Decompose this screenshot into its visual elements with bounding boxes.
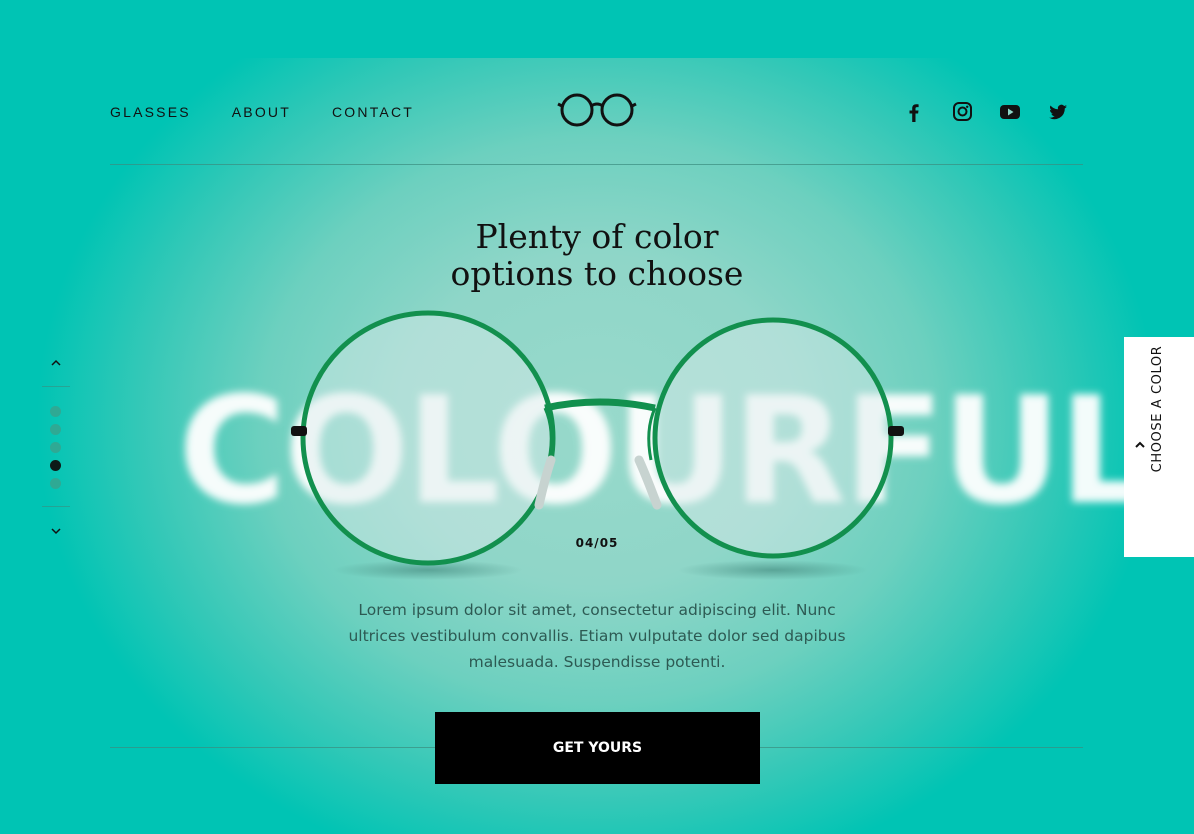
choose-color-label: CHOOSE A COLOR <box>1150 345 1165 473</box>
hero-heading-line1: Plenty of color <box>475 217 719 256</box>
youtube-icon[interactable] <box>998 101 1022 123</box>
chevron-left-icon[interactable] <box>1133 438 1147 452</box>
facebook-icon[interactable] <box>902 101 926 123</box>
instagram-icon[interactable] <box>950 101 974 123</box>
get-yours-button[interactable]: GET YOURS <box>435 712 760 784</box>
pager-dot-1[interactable] <box>50 406 61 417</box>
slide-counter: 04/05 <box>575 536 619 550</box>
glasses-logo-icon[interactable] <box>557 92 637 128</box>
social-links <box>902 101 1070 123</box>
nav-contact[interactable]: CONTACT <box>332 104 414 120</box>
hero-heading: Plenty of color options to choose <box>397 218 797 292</box>
pager-divider-top <box>42 386 70 387</box>
twitter-icon[interactable] <box>1046 101 1070 123</box>
chevron-up-icon[interactable] <box>48 356 64 370</box>
header-divider <box>110 164 1083 165</box>
pager-dot-2[interactable] <box>50 424 61 435</box>
main-nav: GLASSES ABOUT CONTACT <box>110 104 414 120</box>
hero-heading-line2: options to choose <box>450 254 744 293</box>
pager-dot-4[interactable] <box>50 460 61 471</box>
top-band <box>0 0 1194 58</box>
nav-glasses[interactable]: GLASSES <box>110 104 191 120</box>
hero-description: Lorem ipsum dolor sit amet, consectetur … <box>348 601 846 671</box>
chevron-down-icon[interactable] <box>48 524 64 538</box>
pager-dot-5[interactable] <box>50 478 61 489</box>
choose-color-panel[interactable]: CHOOSE A COLOR <box>1124 337 1194 557</box>
pager-dot-3[interactable] <box>50 442 61 453</box>
pager-divider-bottom <box>42 506 70 507</box>
nav-about[interactable]: ABOUT <box>232 104 291 120</box>
